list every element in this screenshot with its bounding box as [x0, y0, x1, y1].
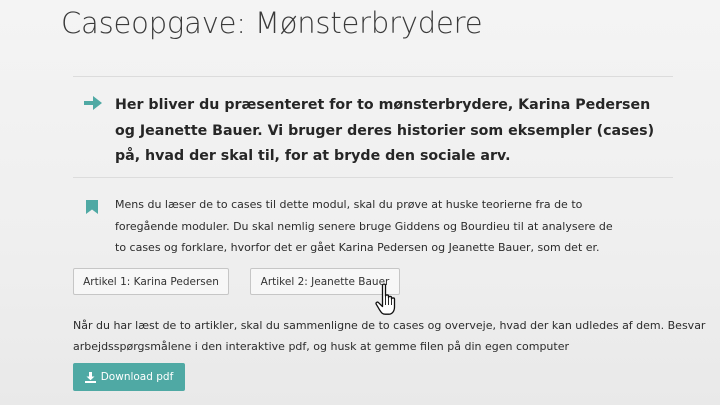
page-title: Caseopgave: Mønsterbrydere — [61, 6, 483, 40]
download-pdf-button[interactable]: Download pdf — [73, 363, 185, 391]
divider — [73, 76, 673, 77]
divider — [73, 177, 673, 178]
article-1-button[interactable]: Artikel 1: Karina Pedersen — [73, 268, 229, 295]
note-text: Mens du læser de to cases til dette modu… — [115, 198, 613, 254]
download-pdf-label: Download pdf — [100, 371, 174, 383]
arrow-right-icon — [84, 96, 102, 110]
bookmark-icon — [86, 200, 98, 214]
instructions-text: Når du har læst de to artikler, skal du … — [73, 319, 706, 353]
hand-cursor-icon — [375, 283, 396, 315]
intro-text: Her bliver du præsenteret for to mønster… — [115, 97, 655, 164]
download-icon — [84, 371, 96, 383]
